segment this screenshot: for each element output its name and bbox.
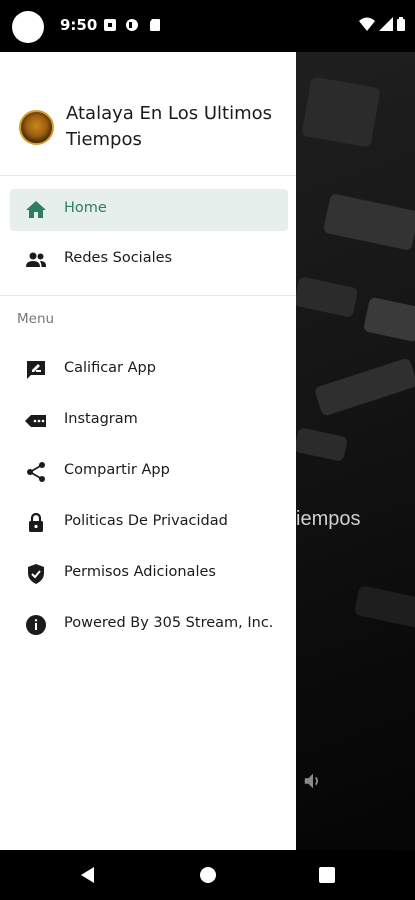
label-icon [25,415,46,427]
drawer-divider [0,295,296,296]
lock-icon [29,512,43,532]
menu-item-instagram[interactable]: Instagram [10,400,288,442]
menu-item-label: Compartir App [64,462,170,478]
home-icon [26,201,46,218]
menu-item-label: Politicas De Privacidad [64,513,228,529]
volume-icon[interactable] [302,770,324,792]
people-icon [26,252,46,267]
menu-item-compartir-app[interactable]: Compartir App [10,451,288,493]
player-background: iempos [296,52,415,850]
background-station-title: iempos [296,508,361,530]
system-nav-bar [0,850,415,900]
menu-item-politicas-de-privacidad[interactable]: Politicas De Privacidad [10,502,288,544]
battery-icon [397,17,405,31]
menu-item-label: Instagram [64,411,138,427]
app-logo [19,110,54,145]
menu-item-calificar-app[interactable]: Calificar App [10,349,288,391]
drawer-item-redes-sociales[interactable]: Redes Sociales [10,239,288,281]
drawer-item-home[interactable]: Home [10,189,288,231]
home-nav-icon[interactable] [198,865,218,885]
status-time: 9:50 [60,16,98,34]
menu-item-powered-by[interactable]: Powered By 305 Stream, Inc. [10,604,288,646]
recents-icon[interactable] [318,865,336,885]
section-label-menu: Menu [17,311,55,327]
back-icon[interactable] [78,865,96,885]
drawer-item-label: Home [64,200,107,216]
rate-review-icon [27,361,45,379]
info-icon [26,615,46,635]
drawer-header: Atalaya En Los Ultimos Tiempos [0,52,296,176]
navigation-drawer: Atalaya En Los Ultimos Tiempos Home Rede… [0,52,296,850]
menu-item-permisos-adicionales[interactable]: Permisos Adicionales [10,553,288,595]
share-icon [27,462,45,482]
menu-item-label: Powered By 305 Stream, Inc. [64,615,274,631]
drawer-item-label: Redes Sociales [64,250,173,266]
status-bar: 9:50 [0,0,415,52]
app-title: Atalaya En Los Ultimos Tiempos [66,103,273,150]
notification-circle-icon [126,19,138,31]
camera-cutout [12,11,44,43]
signal-icon [379,17,393,31]
notification-square-icon [104,19,116,31]
menu-item-label: Permisos Adicionales [64,564,216,580]
sd-card-icon [150,19,160,31]
wifi-icon [359,17,375,31]
menu-item-label: Calificar App [64,360,156,376]
verified-shield-icon [28,564,44,584]
